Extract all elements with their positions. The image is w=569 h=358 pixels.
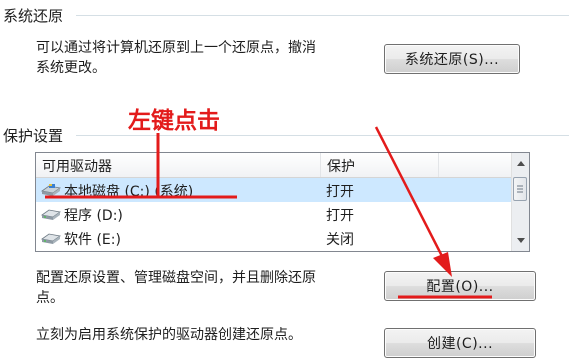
annotation-overlay <box>45 126 492 299</box>
annotation-arrow-head <box>433 252 452 277</box>
annotation-arrow-line <box>374 126 447 263</box>
